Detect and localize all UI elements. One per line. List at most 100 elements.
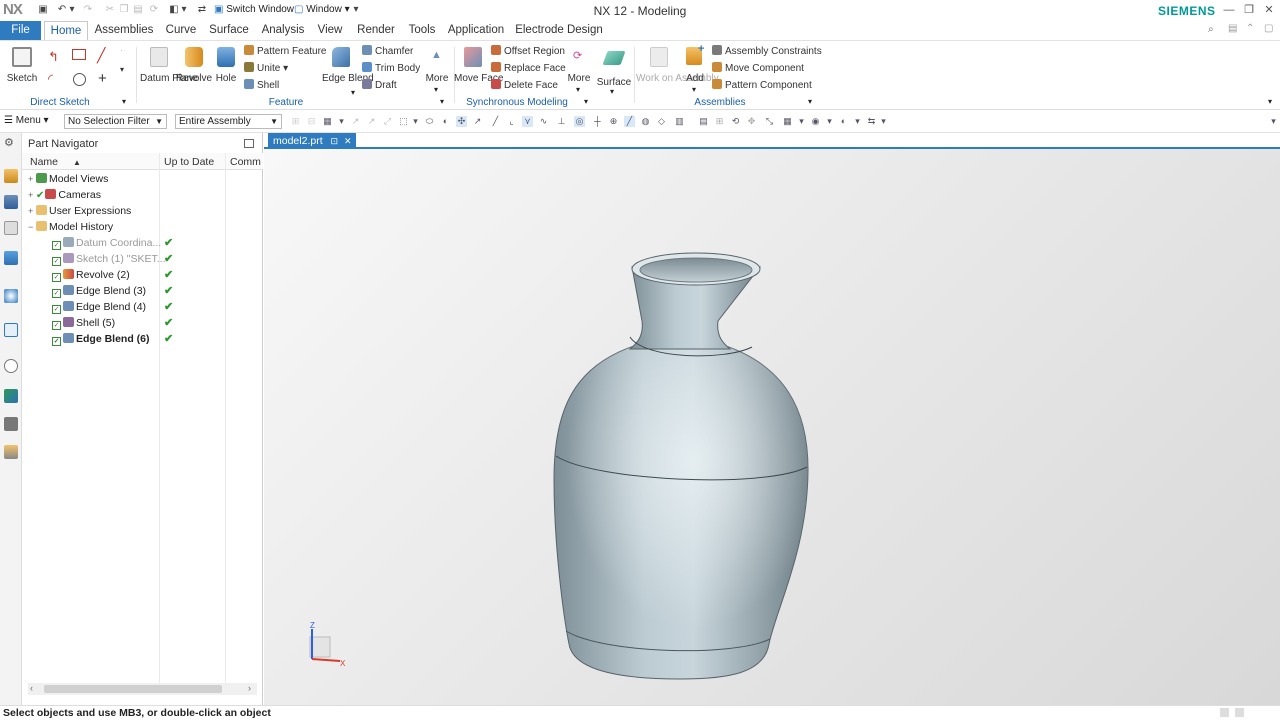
tree-row-feature[interactable]: ✓ Edge Blend (4) ✔	[22, 299, 263, 315]
assembly-navigator-icon[interactable]	[4, 169, 18, 183]
assemblies-group-dropdown-icon[interactable]: ▾	[808, 97, 812, 106]
box-select-icon[interactable]: ⬚	[398, 116, 409, 127]
tab-application[interactable]: Application	[446, 21, 506, 40]
snap-off-icon-3[interactable]: ⤢	[382, 116, 393, 127]
web-browser-icon[interactable]	[4, 289, 18, 303]
surface-button[interactable]: Surface ▾	[597, 45, 631, 96]
line-icon[interactable]: ╱	[97, 47, 105, 64]
collapse-ribbon-icon[interactable]: ⌃	[1246, 23, 1254, 34]
scrollbar-thumb[interactable]	[44, 685, 222, 693]
move-face-button[interactable]: Move Face	[454, 45, 503, 95]
curve-filter-icon[interactable]: ↗	[472, 116, 483, 127]
tab-tools[interactable]: Tools	[405, 21, 439, 40]
tree-row-model-views[interactable]: + Model Views	[22, 171, 263, 187]
profile-icon[interactable]: ↰	[48, 49, 59, 65]
tab-surface[interactable]: Surface	[207, 21, 251, 40]
tree-row-cameras[interactable]: + ✔ Cameras	[22, 187, 263, 203]
point-icon[interactable]: ·	[120, 45, 123, 55]
deselect-tool-icon[interactable]: ⊟	[306, 116, 317, 127]
add-component-button[interactable]: + Add ▾	[682, 43, 708, 95]
toolbar-options-icon[interactable]: ▾	[1268, 116, 1279, 127]
horizontal-scrollbar[interactable]: ‹ ›	[28, 683, 257, 695]
tree-row-feature[interactable]: ✓ Sketch (1) "SKET... ✔	[22, 251, 263, 267]
quadrant-snap-icon[interactable]: ⊕	[608, 116, 619, 127]
direct-sketch-dropdown-icon[interactable]: ▾	[122, 97, 126, 106]
restore-button[interactable]: ❐	[1241, 3, 1257, 17]
sync-more-button[interactable]: ⟳ More ▾	[566, 45, 592, 95]
rotate-view-icon[interactable]: ⟲	[730, 116, 741, 127]
body-filter-icon[interactable]: ⬭	[424, 116, 435, 127]
angle-snap-icon[interactable]: ⌞	[506, 116, 517, 127]
zoom-icon[interactable]: ⊞	[714, 116, 725, 127]
mid-point-snap-icon[interactable]: ∿	[538, 116, 549, 127]
point-on-curve-snap-icon[interactable]: ╱	[624, 116, 635, 127]
help-icon[interactable]: ▢	[1264, 23, 1273, 34]
expand-icon[interactable]: +	[28, 187, 36, 203]
checkbox-icon[interactable]: ✓	[52, 257, 61, 266]
sketch-button[interactable]: Sketch	[7, 45, 37, 89]
face-filter-icon[interactable]: ◐	[440, 116, 451, 127]
revolve-button[interactable]: Revolve	[176, 45, 212, 89]
history-icon[interactable]	[4, 323, 18, 337]
vase-model[interactable]: Z X	[264, 149, 1280, 705]
feature-group-dropdown-icon[interactable]: ▾	[440, 97, 444, 106]
work-on-assembly-button[interactable]: Work on Assembly	[636, 45, 719, 95]
ribbon-options-icon[interactable]: ▤	[1228, 23, 1237, 34]
checkbox-icon[interactable]: ✓	[52, 273, 61, 282]
snap-off-icon-1[interactable]: ↗	[350, 116, 361, 127]
display-dropdown-icon[interactable]: ▾	[852, 116, 863, 127]
fit-view-icon[interactable]: ▤	[698, 116, 709, 127]
sketch-more-icon[interactable]: ▾	[120, 65, 124, 74]
checkbox-icon[interactable]: ✓	[52, 289, 61, 298]
status-icon-2[interactable]	[1235, 708, 1244, 717]
view-style-icon[interactable]: ▦	[782, 116, 793, 127]
select-tool-icon[interactable]: ⊞	[290, 116, 301, 127]
part-navigator-icon[interactable]	[4, 221, 18, 235]
tab-render[interactable]: Render	[352, 21, 400, 40]
minimize-button[interactable]: —	[1221, 3, 1237, 17]
orient-view-icon[interactable]: ⤡	[764, 116, 775, 127]
tree-row-feature[interactable]: ✓ Shell (5) ✔	[22, 315, 263, 331]
line-filter-icon[interactable]: ╱	[490, 116, 501, 127]
sync-group-dropdown-icon[interactable]: ▾	[584, 97, 588, 106]
trim-body-button[interactable]: Trim Body	[362, 62, 420, 74]
checkbox-icon[interactable]: ✓	[52, 305, 61, 314]
circle-icon[interactable]	[73, 73, 86, 86]
edge-filter-icon[interactable]: ✣	[456, 116, 467, 127]
move-component-button[interactable]: Move Component	[712, 62, 804, 74]
selection-scope-dropdown[interactable]: Entire Assembly ▼	[175, 114, 282, 129]
tab-home[interactable]: Home	[44, 21, 88, 40]
pattern-component-button[interactable]: Pattern Component	[712, 79, 812, 91]
tree-row-feature[interactable]: ✓ Edge Blend (6) ✔	[22, 331, 263, 347]
control-point-snap-icon[interactable]: ⊥	[556, 116, 567, 127]
scroll-right-icon[interactable]: ›	[248, 683, 251, 693]
pattern-feature-button[interactable]: Pattern Feature	[244, 45, 326, 57]
maximize-panel-icon[interactable]	[244, 139, 254, 148]
constraint-navigator-icon[interactable]	[4, 195, 18, 209]
ribbon-options-dropdown-icon[interactable]: ▾	[1268, 97, 1272, 106]
datum-plane-button[interactable]: Datum Plane	[140, 45, 198, 95]
selection-rect-icon[interactable]: ▦	[322, 116, 333, 127]
display-icon[interactable]: ◐	[838, 116, 849, 127]
view-style-dropdown-icon[interactable]: ▾	[796, 116, 807, 127]
column-name[interactable]: Name ▲	[30, 156, 81, 168]
section-icon[interactable]: ⇆	[866, 116, 877, 127]
checkbox-icon[interactable]: ✓	[52, 337, 61, 346]
section-dropdown-icon[interactable]: ▾	[878, 116, 889, 127]
tree-row-feature[interactable]: ✓ Datum Coordina... ✔	[22, 235, 263, 251]
expand-icon[interactable]: +	[28, 171, 36, 187]
tab-assemblies[interactable]: Assemblies	[94, 21, 154, 40]
hd3d-tools-icon[interactable]	[4, 445, 18, 459]
render-style-icon[interactable]: ◉	[810, 116, 821, 127]
chamfer-button[interactable]: Chamfer	[362, 45, 413, 57]
unite-button[interactable]: Unite ▾	[244, 62, 288, 74]
intersection-snap-icon[interactable]: ┼	[592, 116, 603, 127]
rectangle-icon[interactable]	[72, 49, 86, 60]
tree-row-feature[interactable]: ✓ Revolve (2) ✔	[22, 267, 263, 283]
point-on-surface-snap-icon[interactable]: ◍	[640, 116, 651, 127]
pan-icon[interactable]: ✥	[746, 116, 757, 127]
search-icon[interactable]: ⌕	[1208, 24, 1214, 35]
tab-electrode-design[interactable]: Electrode Design	[514, 21, 604, 40]
scroll-left-icon[interactable]: ‹	[30, 683, 33, 693]
shell-button[interactable]: Shell	[244, 79, 279, 91]
